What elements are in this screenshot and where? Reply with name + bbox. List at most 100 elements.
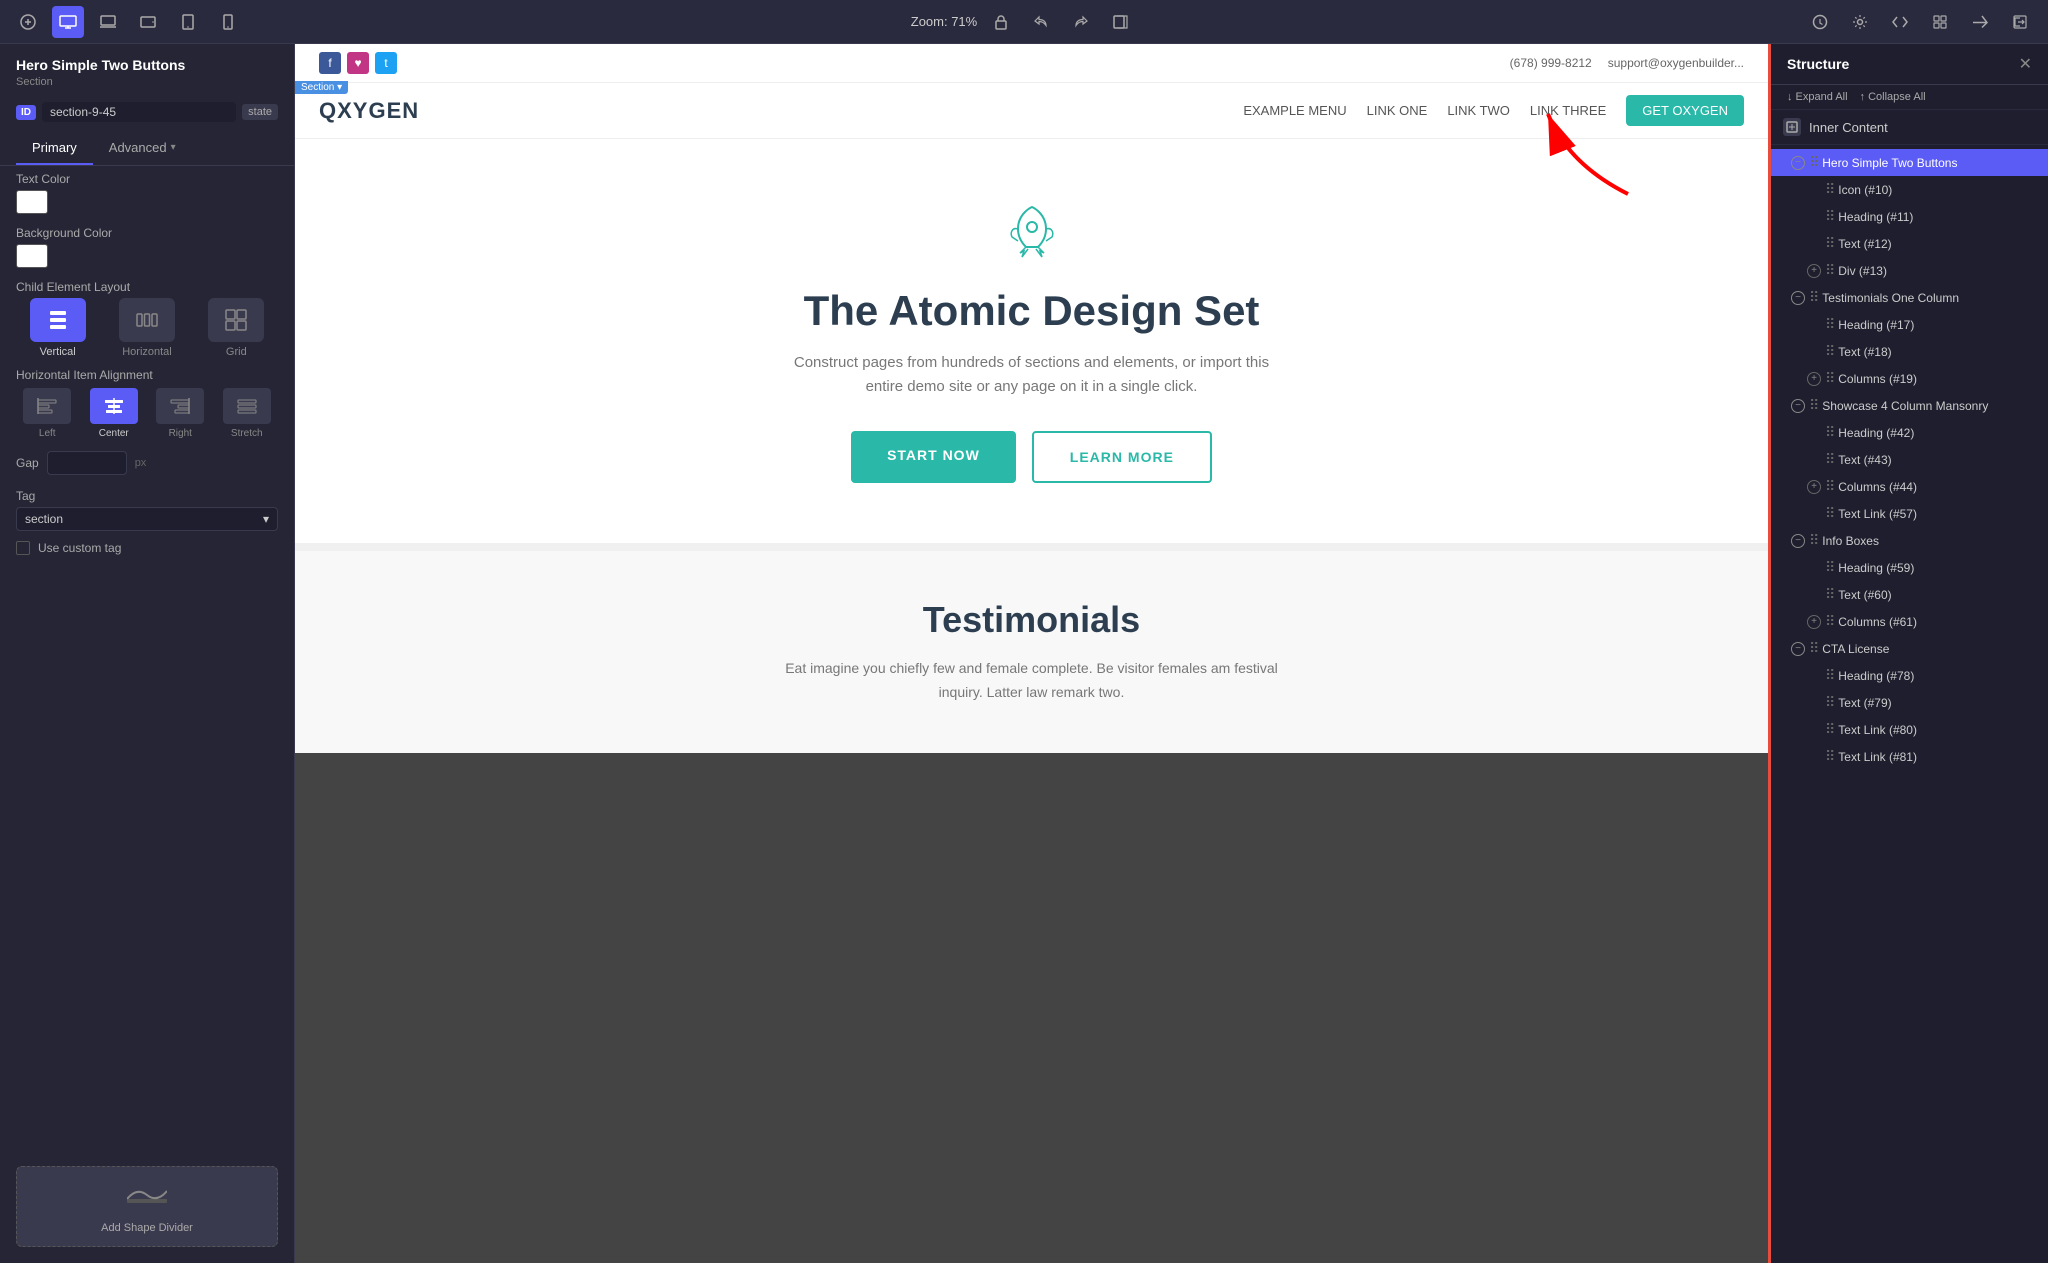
tree-drag-handle[interactable]: ⠿ [1825,667,1834,684]
menu-item-example[interactable]: EXAMPLE MENU [1243,103,1346,118]
tree-item[interactable]: +⠿Columns (#19) [1771,365,2048,392]
tree-item[interactable]: ⠿Heading (#17) [1771,311,2048,338]
tree-drag-handle[interactable]: ⠿ [1809,289,1818,306]
tree-drag-handle[interactable]: ⠿ [1825,370,1834,387]
tree-toggle-minus[interactable]: − [1791,534,1805,548]
align-left[interactable]: Left [16,388,79,439]
tree-item[interactable]: ⠿Text (#43) [1771,446,2048,473]
layout-vertical[interactable]: Vertical [16,298,99,358]
align-right[interactable]: Right [149,388,212,439]
tree-drag-handle[interactable]: ⠿ [1825,181,1834,198]
tree-drag-handle[interactable]: ⠿ [1825,451,1834,468]
facebook-icon[interactable]: f [319,52,341,74]
tablet-landscape-icon[interactable] [132,6,164,38]
tree-drag-handle[interactable]: ⠿ [1825,478,1834,495]
tree-drag-handle[interactable]: ⠿ [1825,208,1834,225]
tree-drag-handle[interactable]: ⠿ [1825,424,1834,441]
settings-icon[interactable] [1844,6,1876,38]
align-stretch[interactable]: Stretch [216,388,279,439]
inner-content-row[interactable]: Inner Content [1771,110,2048,145]
text-color-swatch[interactable] [16,190,48,214]
cta-button[interactable]: GET OXYGEN [1626,95,1744,126]
menu-item-link-one[interactable]: LINK ONE [1367,103,1428,118]
tree-drag-handle[interactable]: ⠿ [1825,343,1834,360]
start-now-button[interactable]: START NOW [851,431,1016,483]
desktop-icon[interactable] [52,6,84,38]
tree-item[interactable]: ⠿Heading (#78) [1771,662,2048,689]
tree-item[interactable]: ⠿Heading (#59) [1771,554,2048,581]
tree-item[interactable]: ⠿Text (#18) [1771,338,2048,365]
tree-drag-handle[interactable]: ⠿ [1809,532,1818,549]
tree-item[interactable]: −⠿CTA License [1771,635,2048,662]
custom-tag-checkbox[interactable] [16,541,30,555]
pages-icon[interactable] [1105,6,1137,38]
tree-item[interactable]: ⠿Text Link (#57) [1771,500,2048,527]
tree-drag-handle[interactable]: ⠿ [1825,505,1834,522]
tree-item[interactable]: +⠿Div (#13) [1771,257,2048,284]
tree-item[interactable]: +⠿Columns (#61) [1771,608,2048,635]
tree-drag-handle[interactable]: ⠿ [1825,721,1834,738]
tree-item[interactable]: −⠿Testimonials One Column [1771,284,2048,311]
tree-toggle-plus[interactable]: + [1807,480,1821,494]
tree-toggle-minus[interactable]: − [1791,156,1805,170]
collapse-all-button[interactable]: ↑ Collapse All [1860,91,1926,103]
tree-item[interactable]: +⠿Columns (#44) [1771,473,2048,500]
tree-toggle-minus[interactable]: − [1791,399,1805,413]
align-center[interactable]: Center [83,388,146,439]
grid-icon[interactable] [1924,6,1956,38]
history-icon[interactable] [1804,6,1836,38]
tree-drag-handle[interactable]: ⠿ [1825,262,1834,279]
tab-primary[interactable]: Primary [16,132,93,165]
code-icon[interactable] [1884,6,1916,38]
tree-toggle-plus[interactable]: + [1807,372,1821,386]
tree-toggle-minus[interactable]: − [1791,291,1805,305]
tree-item[interactable]: −⠿Hero Simple Two Buttons [1771,149,2048,176]
tab-advanced[interactable]: Advanced ▾ [93,132,192,165]
expand-all-button[interactable]: ↓ Expand All [1787,91,1848,103]
menu-item-link-two[interactable]: LINK TWO [1447,103,1510,118]
tree-drag-handle[interactable]: ⠿ [1825,748,1834,765]
twitter-icon[interactable]: t [375,52,397,74]
tree-item[interactable]: ⠿Text (#12) [1771,230,2048,257]
tag-select[interactable]: section ▾ [16,507,278,531]
learn-more-button[interactable]: LEARN MORE [1032,431,1212,483]
tree-drag-handle[interactable]: ⠿ [1809,397,1818,414]
undo-icon[interactable] [1025,6,1057,38]
instagram-icon[interactable]: ♥ [347,52,369,74]
tree-drag-handle[interactable]: ⠿ [1825,586,1834,603]
tree-drag-handle[interactable]: ⠿ [1825,316,1834,333]
state-button[interactable]: state [242,104,278,120]
tree-item[interactable]: ⠿Text Link (#80) [1771,716,2048,743]
exit-icon[interactable] [2004,6,2036,38]
arrow-icon[interactable] [1964,6,1996,38]
tree-item[interactable]: −⠿Info Boxes [1771,527,2048,554]
lock-icon[interactable] [985,6,1017,38]
tree-item[interactable]: −⠿Showcase 4 Column Mansonry [1771,392,2048,419]
mobile-icon[interactable] [212,6,244,38]
tree-drag-handle[interactable]: ⠿ [1825,559,1834,576]
tree-toggle-plus[interactable]: + [1807,615,1821,629]
tree-drag-handle[interactable]: ⠿ [1809,640,1818,657]
tree-item[interactable]: ⠿Text (#79) [1771,689,2048,716]
laptop-icon[interactable] [92,6,124,38]
add-shape-divider-button[interactable]: Add Shape Divider [16,1166,278,1247]
tablet-icon[interactable] [172,6,204,38]
tree-drag-handle[interactable]: ⠿ [1825,613,1834,630]
gap-input[interactable] [47,451,127,475]
add-icon[interactable] [12,6,44,38]
tree-toggle-plus[interactable]: + [1807,264,1821,278]
tree-item[interactable]: ⠿Heading (#11) [1771,203,2048,230]
tree-drag-handle[interactable]: ⠿ [1825,694,1834,711]
tree-toggle-minus[interactable]: − [1791,642,1805,656]
layout-horizontal[interactable]: Horizontal [105,298,188,358]
tree-item[interactable]: ⠿Text (#60) [1771,581,2048,608]
close-button[interactable]: ✕ [2019,54,2032,74]
menu-item-link-three[interactable]: LINK THREE [1530,103,1606,118]
tree-item[interactable]: ⠿Text Link (#81) [1771,743,2048,770]
tree-item[interactable]: ⠿Icon (#10) [1771,176,2048,203]
bg-color-swatch[interactable] [16,244,48,268]
tree-drag-handle[interactable]: ⠿ [1825,235,1834,252]
redo-icon[interactable] [1065,6,1097,38]
tree-drag-handle[interactable]: ⠿ [1809,154,1818,171]
tree-item[interactable]: ⠿Heading (#42) [1771,419,2048,446]
